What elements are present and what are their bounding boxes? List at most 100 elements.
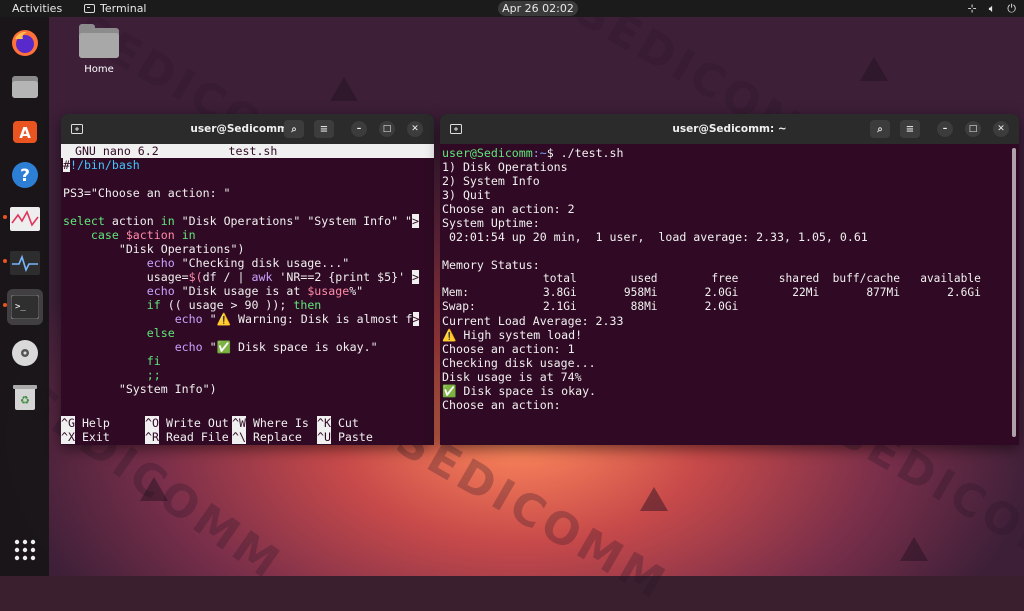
dock: A ? >_ ♻	[0, 17, 49, 576]
nano-shortcut-help[interactable]: ^G Help	[61, 416, 110, 430]
output-line: Choose an action:	[442, 398, 561, 412]
prompt-line: user@Sedicomm:~$ ./test.sh	[442, 146, 624, 160]
code-line[interactable]: if (( usage > 90 )); then	[63, 298, 322, 312]
app-menu-label: Terminal	[100, 2, 147, 15]
svg-text:?: ?	[20, 166, 30, 186]
code-line[interactable]: else	[63, 326, 175, 340]
search-button[interactable]: ⌕	[870, 120, 890, 138]
hamburger-icon: ≡	[319, 123, 329, 135]
nano-editor[interactable]: GNU nano 6.2 test.sh #!/bin/bash PS3="Ch…	[61, 144, 434, 445]
files-launcher[interactable]	[7, 69, 43, 105]
nano-shortcut-cut[interactable]: ^K Cut	[317, 416, 359, 430]
system-tray[interactable]: ⊹ 🔈︎ ⏻	[967, 2, 1016, 16]
maximize-button[interactable]: □	[379, 121, 395, 137]
hamburger-icon: ≡	[905, 123, 915, 135]
disc-launcher[interactable]	[7, 335, 43, 371]
output-line: Disk usage is at 74%	[442, 370, 582, 384]
output-line: 02:01:54 up 20 min, 1 user, load average…	[442, 230, 868, 244]
code-line[interactable]: echo "✅ Disk space is okay."	[63, 340, 378, 354]
activity-launcher[interactable]	[7, 245, 43, 281]
minimize-button[interactable]: –	[351, 121, 367, 137]
svg-text:♻: ♻	[20, 394, 30, 407]
svg-text:>_: >_	[15, 302, 26, 312]
app-menu[interactable]: Terminal	[84, 2, 147, 15]
close-button[interactable]: ✕	[993, 121, 1009, 137]
code-line[interactable]: case $action in	[63, 228, 196, 242]
home-folder-icon[interactable]: Home	[76, 24, 122, 75]
code-line[interactable]: "Disk Operations")	[63, 242, 245, 256]
nano-shortcut-replace[interactable]: ^\ Replace	[232, 430, 302, 444]
close-icon: ✕	[997, 124, 1005, 134]
window-title: user@Sedicomm: ~	[672, 123, 787, 135]
firefox-launcher[interactable]	[7, 25, 43, 61]
minimize-button[interactable]: –	[937, 121, 953, 137]
show-apps-button[interactable]	[7, 532, 43, 568]
window-titlebar[interactable]: user@Sedicomm: ~ ⌕ ≡ – □ ✕	[440, 114, 1019, 144]
scrollbar-thumb[interactable]	[1012, 148, 1016, 437]
output-line: 3) Quit	[442, 188, 491, 202]
home-folder-label: Home	[84, 64, 114, 75]
code-line[interactable]: "System Info")	[63, 382, 217, 396]
system-monitor-icon	[10, 207, 40, 231]
menu-button[interactable]: ≡	[900, 120, 920, 138]
memory-header-line: total used free shared buff/cache availa…	[442, 272, 981, 285]
maximize-button[interactable]: □	[965, 121, 981, 137]
close-button[interactable]: ✕	[407, 121, 423, 137]
search-icon: ⌕	[877, 123, 883, 135]
trash-icon: ♻	[13, 385, 37, 410]
volume-icon: 🔈︎	[988, 2, 996, 15]
pulse-icon	[10, 251, 40, 275]
code-line[interactable]: echo "Disk usage is at $usage%"	[63, 284, 363, 298]
output-line: ⚠️ High system load!	[442, 328, 583, 342]
menu-button[interactable]: ≡	[314, 120, 334, 138]
output-line: 2) System Info	[442, 174, 540, 188]
nano-shortcut-writeout[interactable]: ^O Write Out	[145, 416, 229, 430]
terminal-scrollbar[interactable]	[1012, 148, 1016, 437]
maximize-icon: □	[968, 124, 978, 134]
terminal-output[interactable]: user@Sedicomm:~$ ./test.sh 1) Disk Opera…	[440, 144, 1019, 445]
nano-shortcut-exit[interactable]: ^X Exit	[61, 430, 110, 444]
code-line[interactable]: echo "Checking disk usage..."	[63, 256, 349, 270]
terminal-launcher[interactable]: >_	[7, 289, 43, 325]
terminal-app-icon: >_	[11, 295, 39, 319]
window-titlebar[interactable]: user@Sedicomm: ~ ⌕ ≡ – □ ✕	[61, 114, 434, 144]
nano-header: GNU nano 6.2 test.sh	[61, 144, 434, 158]
help-icon: ?	[12, 162, 38, 188]
app-center-icon: A	[13, 121, 37, 143]
code-line[interactable]: #!/bin/bash	[63, 158, 140, 172]
firefox-icon	[12, 30, 38, 56]
nano-shortcut-whereis[interactable]: ^W Where Is	[232, 416, 309, 430]
trash-launcher[interactable]: ♻	[7, 379, 43, 415]
output-line: Choose an action: 1	[442, 342, 575, 356]
maximize-icon: □	[382, 124, 392, 134]
code-line[interactable]: echo "⚠️ Warning: Disk is almost f>	[63, 312, 420, 326]
close-icon: ✕	[411, 124, 419, 134]
software-launcher[interactable]: A	[7, 113, 43, 149]
output-line: ✅ Disk space is okay.	[442, 384, 597, 398]
code-line[interactable]: PS3="Choose an action: "	[63, 186, 231, 200]
code-line[interactable]: fi	[63, 354, 161, 368]
power-icon: ⏻	[1007, 2, 1016, 15]
help-launcher[interactable]: ?	[7, 157, 43, 193]
search-icon: ⌕	[291, 123, 297, 135]
code-line[interactable]: select action in "Disk Operations" "Syst…	[63, 214, 420, 228]
output-line: System Uptime:	[442, 216, 540, 230]
nano-shortcut-paste[interactable]: ^U Paste	[317, 430, 373, 444]
svg-text:A: A	[19, 124, 31, 142]
top-bar: Activities Terminal Apr 26 02:02 ⊹ 🔈︎ ⏻	[0, 0, 1024, 17]
search-button[interactable]: ⌕	[284, 120, 304, 138]
folder-icon	[79, 24, 119, 58]
disc-icon	[12, 340, 38, 366]
nano-terminal-window[interactable]: user@Sedicomm: ~ ⌕ ≡ – □ ✕ GNU nano 6.2 …	[61, 114, 434, 445]
files-icon	[12, 76, 38, 98]
output-line: Current Load Average: 2.33	[442, 314, 624, 328]
shell-terminal-window[interactable]: user@Sedicomm: ~ ⌕ ≡ – □ ✕ user@Sedicomm…	[440, 114, 1019, 445]
minimize-icon: –	[356, 124, 362, 134]
activities-button[interactable]: Activities	[12, 2, 62, 15]
nano-shortcut-readfile[interactable]: ^R Read File	[145, 430, 229, 444]
clock[interactable]: Apr 26 02:02	[498, 1, 578, 16]
system-monitor-launcher[interactable]	[7, 201, 43, 237]
code-line[interactable]: ;;	[63, 368, 161, 382]
code-line[interactable]: usage=$(df / | awk 'NR==2 {print $5}' >	[63, 270, 420, 284]
memory-row-mem: Mem: 3.8Gi 958Mi 2.0Gi 22Mi 877Mi 2.6Gi	[442, 286, 981, 299]
